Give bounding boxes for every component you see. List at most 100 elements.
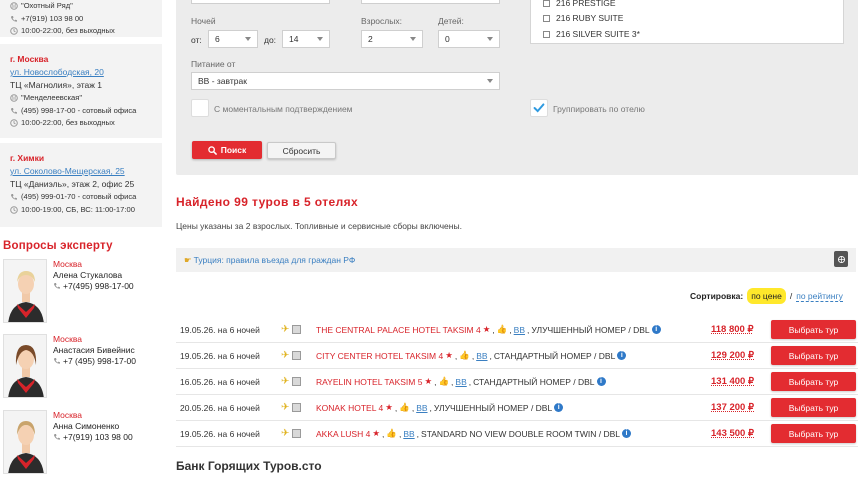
office-street-link[interactable]: ул. Новослободская, 20 — [10, 66, 158, 79]
expert-phone[interactable]: +7(919) 103 98 00 — [53, 432, 133, 442]
office-phone-text[interactable]: (495) 998-17-00 - сотовый офиса — [21, 105, 136, 118]
tour-date: 20.05.26. на 6 ночей — [180, 402, 260, 413]
office-city: г. Москва — [10, 54, 49, 64]
nights-to-select[interactable]: 14 — [282, 30, 330, 48]
office-phone-text[interactable]: (495) 999-01-70 - сотовый офиса — [21, 191, 136, 204]
nights-from-label: от: — [191, 35, 202, 45]
tour-price[interactable]: 137 200 ₽ — [711, 402, 754, 413]
clock-icon — [10, 27, 18, 36]
meal-link[interactable]: BB — [403, 429, 414, 439]
expert-phone-text: +7(495) 998-17-00 — [63, 281, 134, 291]
tour-hotel-info: THE CENTRAL PALACE HOTEL TAKSIM 4 ★, 👍, BB,… — [316, 324, 661, 335]
tour-hotel-info: CITY CENTER HOTEL TAKSIM 4 ★, 👍, BB, СТАНДАР… — [316, 350, 627, 361]
entry-rules-link[interactable]: Турция: правила въезда для граждан РФ — [194, 255, 356, 265]
hotels-list[interactable]: 216 PRESTIGE 216 RUBY SUITE 216 SILVER S… — [530, 0, 844, 44]
hotel-name-link[interactable]: RAYELIN HOTEL TAKSIM 5 — [316, 377, 422, 387]
svg-text:M: M — [12, 4, 16, 10]
svg-text:M: M — [12, 96, 16, 102]
expert-name: Алена Стукалова — [53, 270, 123, 280]
hotel-option[interactable]: 216 RUBY SUITE — [543, 13, 623, 23]
thumbs-up-icon: 👍 — [399, 402, 410, 412]
hotel-name-link[interactable]: THE CENTRAL PALACE HOTEL TAKSIM 4 — [316, 325, 481, 335]
flight-icon: ✈ — [281, 324, 290, 335]
sort-by-price[interactable]: по цене — [747, 288, 786, 304]
expert-card[interactable]: Москва Алена Стукалова +7(495) 998-17-00 — [3, 259, 163, 327]
meal-select[interactable]: BB - завтрак — [191, 72, 500, 90]
tour-price[interactable]: 131 400 ₽ — [711, 376, 754, 387]
hotel-icon — [292, 377, 302, 386]
expert-card[interactable]: Москва Анастасия Бивейнис +7 (495) 998-1… — [3, 334, 163, 402]
expert-photo — [3, 334, 47, 398]
choose-tour-button[interactable]: Выбрать тур — [771, 398, 856, 417]
choose-tour-button[interactable]: Выбрать тур — [771, 424, 856, 443]
info-icon[interactable]: i — [622, 429, 632, 438]
office-street-link[interactable]: ул. Соколово-Мещерская, 25 — [10, 165, 158, 178]
adults-select[interactable]: 2 — [361, 30, 423, 48]
reset-button[interactable]: Сбросить — [267, 142, 336, 159]
sidebar: M "Охотный Ряд" +7(919) 103 98 00 10:00-… — [0, 0, 163, 474]
meal-link[interactable]: BB — [514, 325, 525, 335]
hotel-option-label: 216 SILVER SUITE 3* — [556, 29, 640, 39]
phone-icon — [53, 282, 61, 290]
office-city: г. Химки — [10, 153, 45, 163]
tour-price[interactable]: 143 500 ₽ — [711, 428, 754, 439]
meal-link[interactable]: BB — [476, 351, 487, 361]
hotel-checkbox[interactable] — [543, 0, 550, 7]
choose-tour-button[interactable]: Выбрать тур — [771, 346, 856, 365]
star-icon: ★ — [424, 376, 433, 386]
nights-to-value: 14 — [289, 34, 299, 44]
expert-card[interactable]: Москва Анна Симоненко +7(919) 103 98 00 — [3, 410, 163, 478]
office-hours-text: 10:00-19:00, СБ, ВС: 11:00-17:00 — [21, 204, 135, 214]
entry-rules-bar: ☛ Турция: правила въезда для граждан РФ — [176, 248, 856, 272]
tour-date: 19.05.26. на 6 ночей — [180, 428, 260, 439]
tour-row: 16.05.26. на 6 ночей ✈ RAYELIN HOTEL TAKSI… — [176, 369, 858, 395]
info-icon[interactable]: i — [554, 403, 564, 412]
hotel-checkbox[interactable] — [543, 14, 550, 22]
info-icon[interactable]: i — [617, 351, 627, 360]
hotel-checkbox[interactable] — [543, 30, 550, 38]
expert-phone[interactable]: +7(495) 998-17-00 — [53, 281, 134, 291]
star-icon: ★ — [372, 428, 380, 438]
hotel-name-link[interactable]: AKKA LUSH 4 — [316, 429, 370, 439]
chevron-down-icon — [410, 37, 416, 41]
choose-tour-button[interactable]: Выбрать тур — [771, 320, 856, 339]
meal-link[interactable]: BB — [416, 403, 427, 413]
tour-date: 19.05.26. на 6 ночей — [180, 324, 260, 335]
info-icon[interactable]: i — [651, 325, 661, 334]
office-phone-text[interactable]: +7(919) 103 98 00 — [21, 13, 83, 26]
hotel-option[interactable]: 216 SILVER SUITE 3* — [543, 29, 640, 39]
tour-price[interactable]: 129 200 ₽ — [711, 350, 754, 361]
search-button[interactable]: Поиск — [192, 141, 262, 159]
phone-icon — [10, 193, 18, 201]
expert-phone[interactable]: +7 (495) 998-17-00 — [53, 356, 136, 366]
room-type: УЛУЧШЕННЫЙ НОМЕР / DBL — [433, 402, 553, 413]
meal-link[interactable]: BB — [455, 377, 466, 387]
top-select-partial[interactable] — [191, 0, 330, 4]
star-icon: ★ — [385, 402, 393, 412]
prices-note: Цены указаны за 2 взрослых. Топливные и … — [176, 221, 462, 231]
thumbs-up-icon: 👍 — [438, 376, 450, 386]
hotel-name-link[interactable]: KONAK HOTEL 4 — [316, 403, 383, 413]
office-phone: +7(919) 103 98 00 — [10, 13, 158, 26]
room-type: СТАНДАРТНЫЙ НОМЕР / DBL — [473, 376, 595, 387]
choose-tour-button[interactable]: Выбрать тур — [771, 372, 856, 391]
office-card: г. Москва ул. Новослободская, 20 ТЦ «Маг… — [0, 44, 162, 138]
children-select[interactable]: 0 — [438, 30, 500, 48]
flight-icon: ✈ — [281, 428, 290, 439]
group-by-hotel-checkbox[interactable] — [530, 99, 548, 117]
info-icon[interactable]: i — [596, 377, 606, 386]
sort-by-rating[interactable]: по рейтингу — [796, 291, 843, 302]
office-metro-text: "Менделеевская" — [21, 93, 83, 102]
office-card: г. Химки ул. Соколово-Мещерская, 25 ТЦ «… — [0, 143, 162, 227]
office-phone: (495) 999-01-70 - сотовый офиса — [10, 191, 158, 204]
room-type: УЛУЧШЕННЫЙ НОМЕР / DBL — [531, 324, 650, 335]
document-icon[interactable] — [834, 251, 848, 267]
instant-confirm-checkbox[interactable] — [191, 99, 209, 117]
nights-from-select[interactable]: 6 — [208, 30, 258, 48]
top-select-partial-2[interactable] — [361, 0, 500, 4]
hotel-name-link[interactable]: CITY CENTER HOTEL TAKSIM 4 — [316, 351, 443, 361]
hotel-option-label: 216 PRESTIGE — [556, 0, 616, 8]
phone-icon — [10, 107, 18, 115]
hotel-option[interactable]: 216 PRESTIGE — [543, 0, 616, 8]
tour-price[interactable]: 118 800 ₽ — [711, 324, 754, 335]
